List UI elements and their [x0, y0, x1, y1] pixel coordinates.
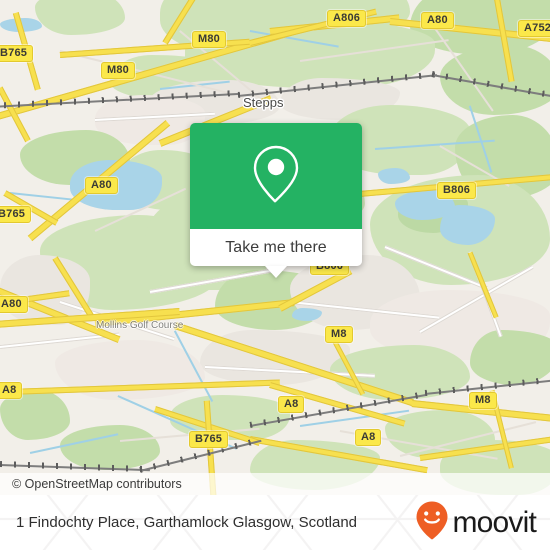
moovit-pin-smiley-icon [415, 500, 449, 545]
footer-bar: 1 Findochty Place, Garthamlock Glasgow, … [0, 495, 550, 550]
attribution-text[interactable]: © OpenStreetMap contributors [0, 477, 182, 491]
road-shield-b806: B806 [437, 182, 477, 199]
road-shield-b765: B765 [0, 206, 32, 223]
road-shield-a80: A80 [0, 296, 28, 313]
road-shield-m80: M80 [192, 31, 226, 48]
map-attribution-bar: © OpenStreetMap contributors [0, 473, 550, 495]
road-shield-a806: A806 [327, 10, 367, 27]
moovit-brand[interactable]: moovit [415, 500, 550, 545]
popup-pin-panel [190, 123, 362, 229]
take-me-there-button[interactable]: Take me there [190, 229, 362, 278]
take-me-there-label: Take me there [225, 238, 327, 256]
moovit-wordmark: moovit [452, 505, 536, 539]
road-shield-b765: B765 [0, 45, 34, 62]
popup-tail [265, 266, 287, 278]
road-shield-m8: M8 [325, 326, 353, 343]
road-shield-m80: M80 [101, 62, 135, 79]
map-pin-icon [250, 142, 302, 211]
moovit-map-screenshot: Stepps Mollins Golf Course A806 A80 A752… [0, 0, 550, 550]
page-title: 1 Findochty Place, Garthamlock Glasgow, … [16, 514, 358, 531]
map-canvas[interactable]: Stepps Mollins Golf Course A806 A80 A752… [0, 0, 550, 495]
road-shield-a752: A752 [518, 20, 550, 37]
location-popup[interactable]: Take me there [190, 123, 362, 278]
road-shield-a8: A8 [0, 382, 23, 399]
road-shield-a80: A80 [421, 12, 454, 29]
road-shield-a80: A80 [85, 177, 118, 194]
road-shield-b765: B765 [189, 431, 229, 448]
road-shield-a8: A8 [355, 429, 382, 446]
road-shield-m8: M8 [469, 392, 497, 409]
road-shield-a8: A8 [278, 396, 305, 413]
